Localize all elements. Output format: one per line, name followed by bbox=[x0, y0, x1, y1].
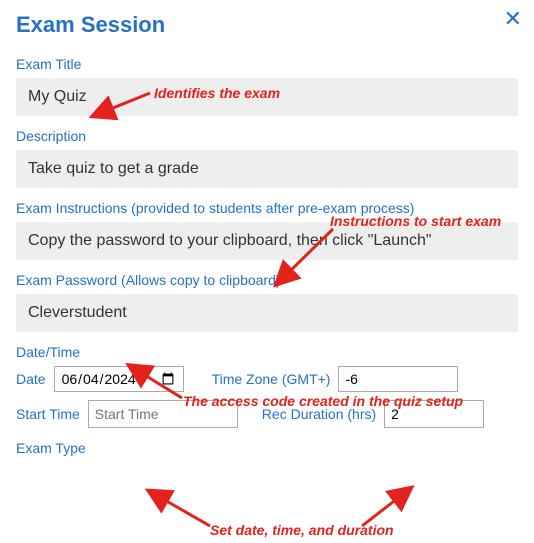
exam-password-label: Exam Password (Allows copy to clipboard) bbox=[16, 272, 518, 288]
description-value[interactable]: Take quiz to get a grade bbox=[16, 150, 518, 188]
exam-title-value[interactable]: My Quiz bbox=[16, 78, 518, 116]
exam-instructions-label: Exam Instructions (provided to students … bbox=[16, 200, 518, 216]
exam-type-label: Exam Type bbox=[16, 440, 518, 456]
arrow-icon bbox=[155, 494, 215, 530]
exam-instructions-value[interactable]: Copy the password to your clipboard, the… bbox=[16, 222, 518, 260]
dialog-title: Exam Session bbox=[16, 12, 518, 38]
arrow-icon bbox=[358, 492, 406, 530]
close-icon[interactable]: ✕ bbox=[504, 8, 522, 30]
start-time-input[interactable] bbox=[88, 400, 238, 428]
duration-input[interactable] bbox=[384, 400, 484, 428]
timezone-label: Time Zone (GMT+) bbox=[212, 371, 331, 387]
datetime-section-label: Date/Time bbox=[16, 344, 518, 360]
timezone-input[interactable] bbox=[338, 366, 458, 392]
description-label: Description bbox=[16, 128, 518, 144]
exam-title-label: Exam Title bbox=[16, 56, 518, 72]
annotation-date-time-duration: Set date, time, and duration bbox=[210, 522, 394, 538]
date-input[interactable] bbox=[54, 366, 184, 392]
start-time-label: Start Time bbox=[16, 406, 80, 422]
duration-label: Rec Duration (hrs) bbox=[262, 406, 376, 422]
exam-password-value[interactable]: Cleverstudent bbox=[16, 294, 518, 332]
date-label: Date bbox=[16, 371, 46, 387]
